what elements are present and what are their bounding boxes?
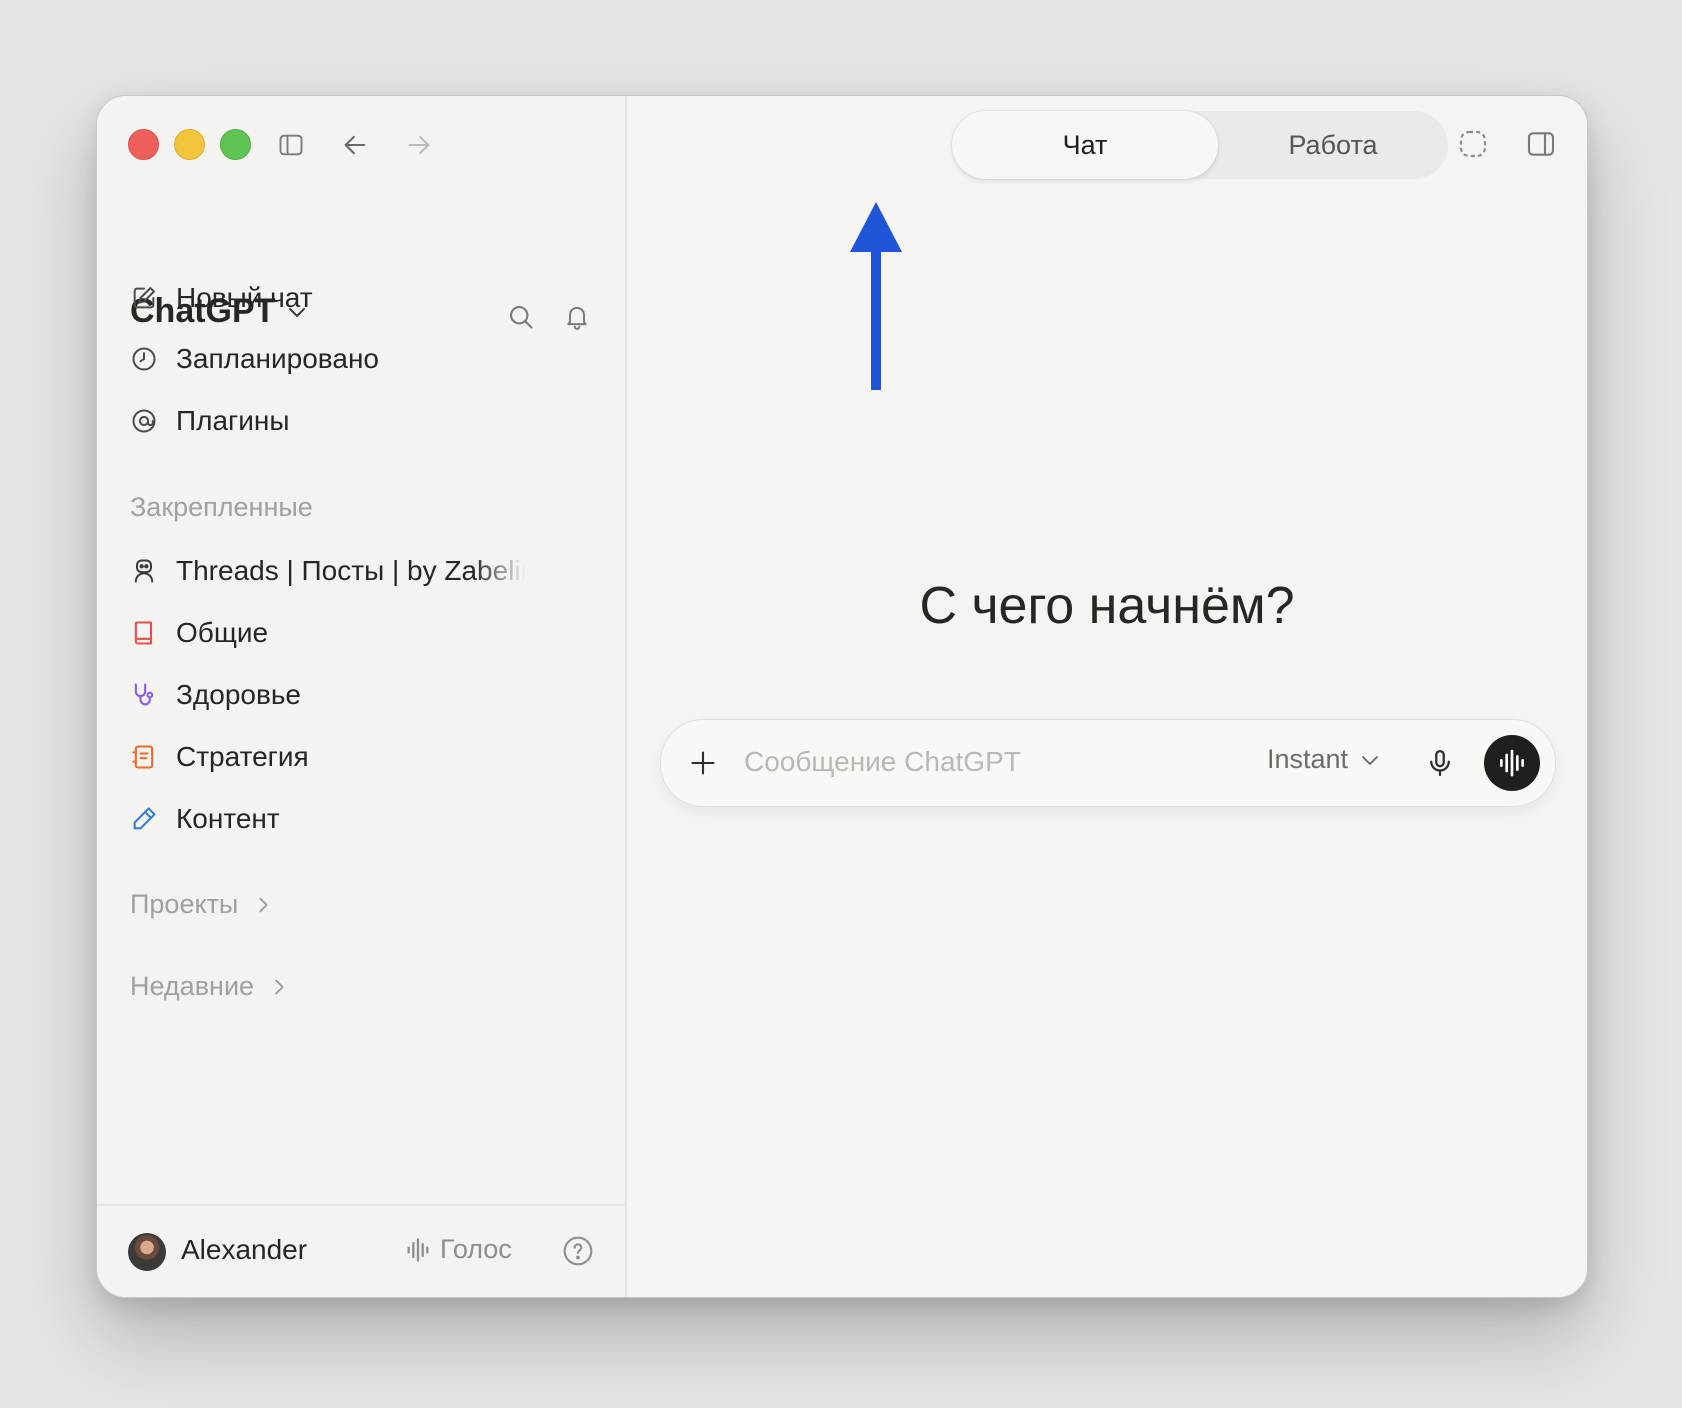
waveform-icon [407,1237,429,1262]
mode-switcher: Чат Работа [952,111,1448,179]
waveform-icon [1500,749,1524,777]
sidebar-item-new-chat[interactable]: Новый чат [130,278,313,318]
tab-chat[interactable]: Чат [952,111,1218,179]
tab-work[interactable]: Работа [1218,111,1448,179]
sidebar-item-label: Новый чат [176,282,313,313]
clock-icon [130,345,158,373]
sidebar-toggle-icon[interactable] [277,131,305,159]
pinned-item-content[interactable]: Контент [130,799,280,839]
pinned-item-label: Threads | Посты | by Zabelin [176,555,526,586]
user-name[interactable]: Alexander [181,1234,307,1266]
sidebar-footer-divider [97,1204,625,1206]
voice-mode-start-button[interactable] [1484,735,1540,791]
sidebar-item-scheduled[interactable]: Запланировано [130,339,379,379]
sidebar-item-plugins[interactable]: Плагины [130,401,289,441]
pinned-item-label: Общие [176,617,269,648]
search-icon[interactable] [507,303,535,331]
annotation-arrow [850,202,902,390]
message-composer: Instant [660,719,1556,807]
chevron-right-icon [259,897,268,912]
model-label: Instant [1267,744,1349,774]
pinned-item-label: Контент [176,803,280,834]
plus-icon[interactable] [689,749,717,777]
help-icon[interactable] [562,1235,594,1267]
book-icon [130,619,158,647]
forward-arrow-icon[interactable] [405,131,433,159]
sidebar-item-label: Плагины [176,405,290,436]
main-area: Чат Работа С чего начнём? Instant [627,96,1587,1297]
close-window-button[interactable] [128,129,159,160]
bell-icon[interactable] [563,301,591,331]
stethoscope-icon [130,681,158,709]
document-icon [130,743,158,771]
pinned-item-label: Стратегия [176,741,309,772]
minimize-window-button[interactable] [174,129,205,160]
voice-mode-button[interactable]: Голос [404,1234,512,1265]
page-title: С чего начнём? [919,577,1295,635]
back-arrow-icon[interactable] [341,131,369,159]
robot-icon [130,557,158,585]
recent-section-toggle[interactable]: Недавние [130,971,290,1002]
pinned-item-general[interactable]: Общие [130,613,268,653]
projects-section-toggle[interactable]: Проекты [130,889,274,920]
voice-label: Голос [440,1234,512,1264]
pinned-item-threads[interactable]: Threads | Посты | by Zabelin [130,551,526,591]
recent-label: Недавние [130,971,255,1001]
message-input[interactable] [744,740,1224,784]
model-selector[interactable]: Instant [1267,744,1382,775]
zoom-window-button[interactable] [220,129,251,160]
pencil-icon [130,805,158,833]
chevron-down-icon [1362,755,1378,765]
projects-label: Проекты [130,889,239,919]
plugins-icon [130,407,158,435]
compose-icon [130,284,158,312]
temporary-chat-icon[interactable] [1457,128,1489,160]
pinned-item-health[interactable]: Здоровье [130,675,301,715]
pinned-section-title: Закрепленные [130,492,313,522]
app-window: ChatGPT Новый чат Запланировано Плагины … [96,95,1588,1298]
avatar[interactable] [128,1233,166,1271]
pinned-item-label: Здоровье [176,679,302,710]
panel-toggle-icon[interactable] [1525,128,1557,160]
sidebar-item-label: Запланировано [176,343,379,374]
sidebar: ChatGPT Новый чат Запланировано Плагины … [97,96,627,1297]
chevron-right-icon [275,979,284,994]
pinned-item-strategy[interactable]: Стратегия [130,737,309,777]
microphone-icon[interactable] [1425,748,1455,778]
